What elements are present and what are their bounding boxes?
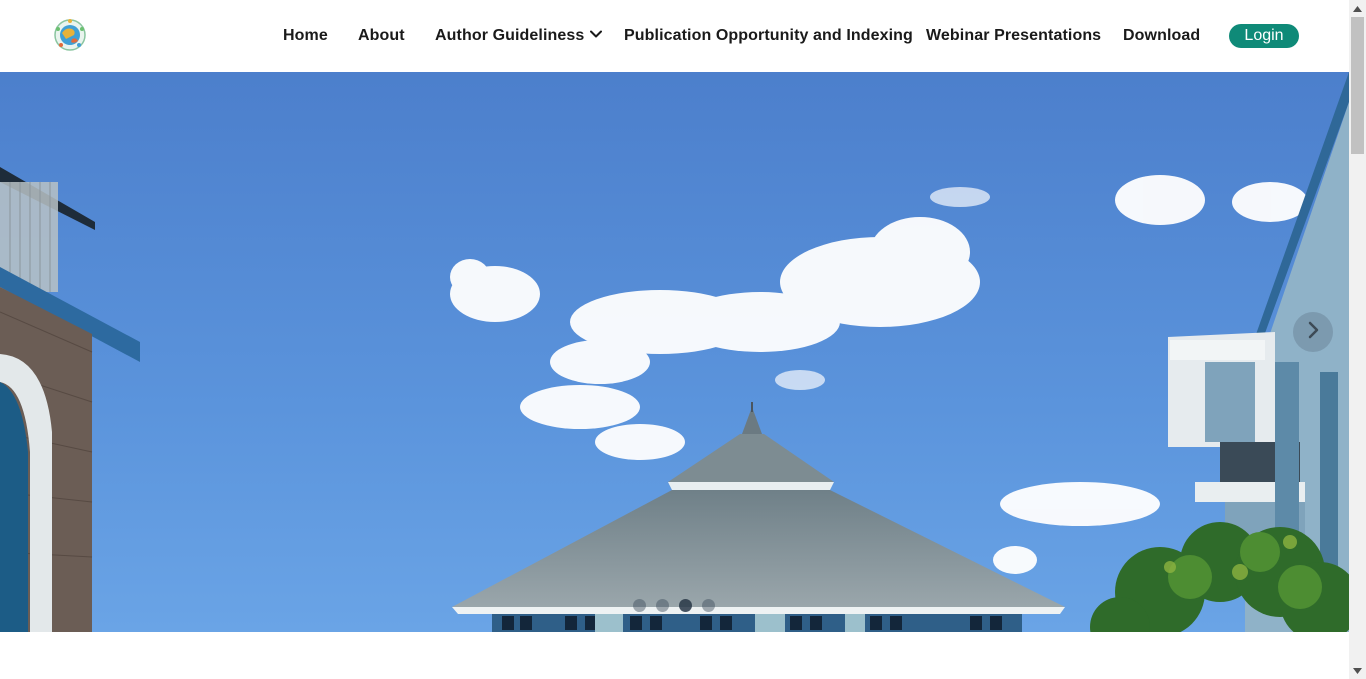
carousel-indicator-active[interactable] [679,599,692,612]
scroll-down-arrow-icon[interactable] [1349,662,1366,679]
navbar: Home About Author Guideliness Publicatio… [0,0,1349,72]
chevron-down-icon [590,24,603,44]
nav-author-guideliness[interactable]: Author Guideliness [435,24,603,46]
hero-slide-image [0,72,1349,632]
nav-download[interactable]: Download [1123,26,1200,46]
nav-publication-opportunity[interactable]: Publication Opportunity and Indexing [624,26,913,46]
carousel-next-button[interactable] [1293,312,1333,352]
hero-carousel [0,72,1349,632]
carousel-indicators [633,599,715,613]
nav-home[interactable]: Home [283,26,328,46]
scrollbar-thumb[interactable] [1351,17,1364,154]
nav-webinar-presentations[interactable]: Webinar Presentations [926,26,1101,46]
page: Home About Author Guideliness Publicatio… [0,0,1366,679]
chevron-right-icon [1306,321,1320,344]
login-button[interactable]: Login [1229,24,1299,48]
carousel-indicator[interactable] [702,599,715,612]
carousel-indicator[interactable] [633,599,646,612]
scroll-up-arrow-icon[interactable] [1349,0,1366,17]
page-scrollbar[interactable] [1349,0,1366,679]
main-nav: Home About Author Guideliness Publicatio… [0,0,1349,72]
nav-about[interactable]: About [358,26,405,46]
nav-author-guideliness-label: Author Guideliness [435,27,585,44]
carousel-indicator[interactable] [656,599,669,612]
